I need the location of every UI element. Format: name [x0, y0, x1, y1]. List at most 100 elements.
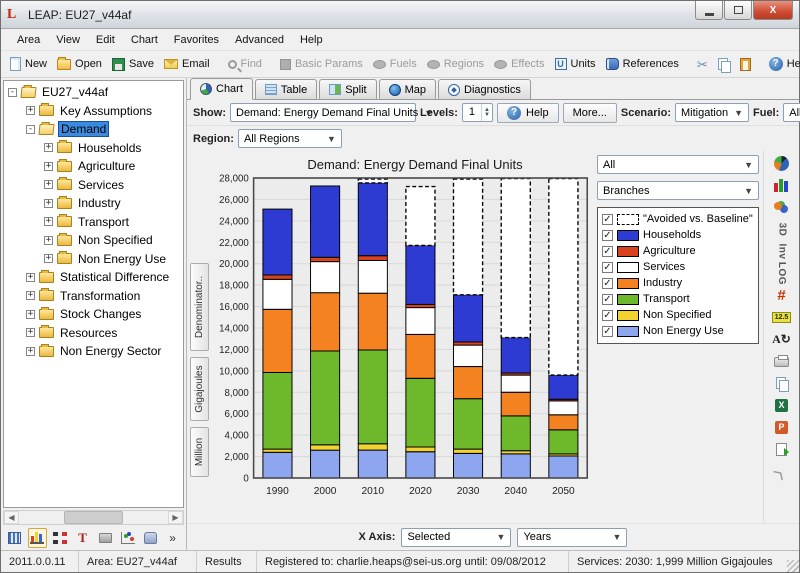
tab-chart[interactable]: Chart	[190, 78, 253, 100]
fuel-select[interactable]: All Fuels▼	[783, 103, 800, 122]
expand-icon[interactable]: +	[26, 106, 35, 115]
export-excel-icon[interactable]: X	[771, 397, 793, 414]
scale-axis-button[interactable]: Million	[190, 427, 209, 477]
menu-help[interactable]: Help	[292, 31, 331, 49]
viewbar-overflow-chevron[interactable]: »	[163, 531, 182, 545]
references-button[interactable]: References	[601, 55, 684, 73]
tree-horizontal-scrollbar[interactable]: ◀ ▶	[3, 510, 184, 525]
analysis-view-icon[interactable]	[5, 528, 25, 548]
tree-item-resources[interactable]: +Resources	[4, 324, 183, 343]
xaxis-unit-select[interactable]: Years▼	[517, 528, 627, 547]
menu-chart[interactable]: Chart	[123, 31, 166, 49]
resize-grip[interactable]	[787, 560, 799, 572]
legend-item-industry[interactable]: ✓Industry	[602, 276, 754, 291]
bar-chart-type-icon[interactable]	[771, 177, 793, 194]
find-button[interactable]: Find	[223, 55, 267, 73]
notes-view-icon[interactable]	[141, 528, 161, 548]
tree-item-households[interactable]: +Households	[4, 139, 183, 158]
tab-split[interactable]: Split	[319, 79, 376, 99]
tree-item-industry[interactable]: +Industry	[4, 194, 183, 213]
legend-item-agriculture[interactable]: ✓Agriculture	[602, 244, 754, 259]
menu-view[interactable]: View	[48, 31, 88, 49]
pie-chart-type-icon[interactable]	[771, 155, 793, 172]
new-button[interactable]: New	[5, 54, 52, 74]
chart-gallery-icon[interactable]	[771, 199, 793, 216]
expand-icon[interactable]: +	[26, 328, 35, 337]
copy-chart-icon[interactable]	[771, 375, 793, 392]
overviews-view-icon[interactable]	[118, 528, 138, 548]
legend-item-non-energy-use[interactable]: ✓Non Energy Use	[602, 324, 754, 339]
close-button[interactable]: X	[753, 1, 793, 20]
more-button[interactable]: More...	[563, 103, 617, 123]
fuels-button[interactable]: Fuels	[368, 55, 422, 73]
invert-toggle-button[interactable]: Inv	[771, 243, 793, 260]
tab-diagnostics[interactable]: Diagnostics	[438, 79, 531, 99]
rotate-labels-icon[interactable]: A↻	[771, 331, 793, 348]
effects-button[interactable]: Effects	[489, 55, 549, 73]
show-select[interactable]: Demand: Energy Demand Final Units▼	[230, 103, 416, 122]
unit-axis-button[interactable]: Gigajoules	[190, 357, 209, 421]
tab-map[interactable]: Map	[379, 79, 436, 99]
tree-item-key-assumptions[interactable]: +Key Assumptions	[4, 102, 183, 121]
summaries-view-icon[interactable]	[95, 528, 115, 548]
scroll-left-arrow[interactable]: ◀	[4, 511, 19, 524]
cut-button[interactable]: ✂	[692, 55, 713, 74]
paste-button[interactable]	[735, 55, 756, 74]
checkbox-checked-icon[interactable]: ✓	[602, 262, 613, 273]
legend-item-households[interactable]: ✓Households	[602, 228, 754, 243]
diagram-view-icon[interactable]	[50, 528, 70, 548]
collapse-icon[interactable]: -	[26, 125, 35, 134]
collapse-icon[interactable]: -	[8, 88, 17, 97]
balance-view-icon[interactable]: T	[73, 528, 93, 548]
region-select[interactable]: All Regions▼	[238, 129, 342, 148]
save-button[interactable]: Save	[107, 55, 159, 74]
checkbox-checked-icon[interactable]: ✓	[602, 294, 613, 305]
legend-item-avoided[interactable]: ✓"Avoided vs. Baseline"	[602, 212, 754, 227]
xaxis-dimension-select[interactable]: Selected▼	[401, 528, 511, 547]
copy-button[interactable]	[713, 55, 735, 74]
checkbox-checked-icon[interactable]: ✓	[602, 246, 613, 257]
scrollbar-thumb[interactable]	[64, 511, 124, 524]
fuel-filter-select[interactable]: All▼	[597, 155, 759, 174]
units-button[interactable]: UUnits	[550, 55, 601, 73]
expand-icon[interactable]: +	[26, 273, 35, 282]
regions-button[interactable]: Regions	[422, 55, 489, 73]
expand-icon[interactable]: +	[44, 143, 53, 152]
print-icon[interactable]	[771, 353, 793, 370]
chart-settings-wrench-icon[interactable]: 〉	[771, 463, 793, 480]
tree-item-non-energy-sector[interactable]: +Non Energy Sector	[4, 342, 183, 361]
expand-icon[interactable]: +	[44, 217, 53, 226]
expand-icon[interactable]: +	[26, 310, 35, 319]
tree-item-transport[interactable]: +Transport	[4, 213, 183, 232]
menu-edit[interactable]: Edit	[88, 31, 123, 49]
basic-params-button[interactable]: Basic Params	[275, 55, 368, 73]
log-scale-toggle-button[interactable]: LOG	[771, 265, 793, 282]
checkbox-checked-icon[interactable]: ✓	[602, 310, 613, 321]
gridlines-toggle-icon[interactable]: #	[771, 287, 793, 304]
legend-item-non-specified[interactable]: ✓Non Specified	[602, 308, 754, 323]
legend-item-services[interactable]: ✓Services	[602, 260, 754, 275]
expand-icon[interactable]: +	[44, 180, 53, 189]
3d-toggle-button[interactable]: 3D	[771, 221, 793, 238]
menu-area[interactable]: Area	[9, 31, 48, 49]
legend-item-transport[interactable]: ✓Transport	[602, 292, 754, 307]
results-view-icon[interactable]	[28, 528, 48, 548]
help-button[interactable]: ?Help	[764, 54, 800, 74]
scenario-select[interactable]: Mitigation▼	[675, 103, 749, 122]
expand-icon[interactable]: +	[44, 236, 53, 245]
tree-item-statistical-difference[interactable]: +Statistical Difference	[4, 268, 183, 287]
tree-item-demand[interactable]: -Demand	[4, 120, 183, 139]
scroll-right-arrow[interactable]: ▶	[168, 511, 183, 524]
decimals-button[interactable]: 12.5	[771, 309, 793, 326]
checkbox-checked-icon[interactable]: ✓	[602, 278, 613, 289]
maximize-button[interactable]	[724, 1, 752, 20]
chart-help-button[interactable]: ?Help	[497, 103, 559, 123]
expand-icon[interactable]: +	[44, 199, 53, 208]
export-file-icon[interactable]	[771, 441, 793, 458]
tree-item-stock-changes[interactable]: +Stock Changes	[4, 305, 183, 324]
expand-icon[interactable]: +	[26, 347, 35, 356]
checkbox-checked-icon[interactable]: ✓	[602, 214, 613, 225]
tab-table[interactable]: Table	[255, 79, 317, 99]
expand-icon[interactable]: +	[26, 291, 35, 300]
tree-item-non-energy-use[interactable]: +Non Energy Use	[4, 250, 183, 269]
